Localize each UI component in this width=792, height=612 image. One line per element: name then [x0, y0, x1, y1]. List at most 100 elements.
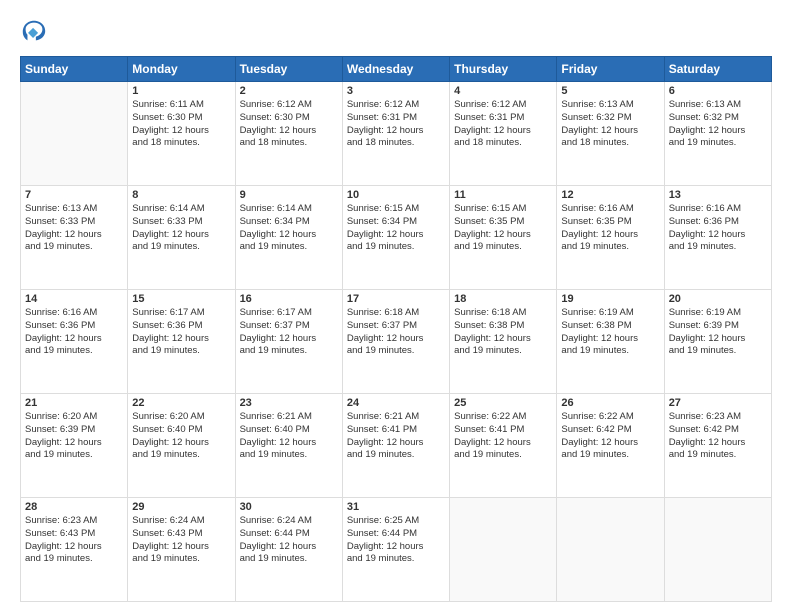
day-info: Sunrise: 6:23 AM Sunset: 6:43 PM Dayligh…: [25, 515, 123, 566]
calendar-week-row: 7 Sunrise: 6:13 AM Sunset: 6:33 PM Daylig…: [21, 186, 772, 290]
day-info: Sunrise: 6:22 AM Sunset: 6:41 PM Dayligh…: [454, 411, 552, 462]
day-info: Sunrise: 6:13 AM Sunset: 6:33 PM Dayligh…: [25, 203, 123, 254]
table-row: 31 Sunrise: 6:25 AM Sunset: 6:44 PM Dayli…: [342, 498, 449, 602]
table-row: 20 Sunrise: 6:19 AM Sunset: 6:39 PM Dayli…: [664, 290, 771, 394]
day-info: Sunrise: 6:14 AM Sunset: 6:33 PM Dayligh…: [132, 203, 230, 254]
day-info: Sunrise: 6:11 AM Sunset: 6:30 PM Dayligh…: [132, 99, 230, 150]
day-info: Sunrise: 6:19 AM Sunset: 6:38 PM Dayligh…: [561, 307, 659, 358]
day-number: 26: [561, 397, 659, 409]
day-info: Sunrise: 6:23 AM Sunset: 6:42 PM Dayligh…: [669, 411, 767, 462]
day-number: 28: [25, 501, 123, 513]
table-row: 24 Sunrise: 6:21 AM Sunset: 6:41 PM Dayli…: [342, 394, 449, 498]
table-row: 16 Sunrise: 6:17 AM Sunset: 6:37 PM Dayli…: [235, 290, 342, 394]
day-number: 29: [132, 501, 230, 513]
day-number: 2: [240, 85, 338, 97]
day-number: 8: [132, 189, 230, 201]
table-row: 1 Sunrise: 6:11 AM Sunset: 6:30 PM Daylig…: [128, 82, 235, 186]
day-number: 12: [561, 189, 659, 201]
calendar-week-row: 28 Sunrise: 6:23 AM Sunset: 6:43 PM Dayli…: [21, 498, 772, 602]
page: Sunday Monday Tuesday Wednesday Thursday…: [0, 0, 792, 612]
table-row: 11Sunrise: 6:15 AM Sunset: 6:35 PM Dayli…: [450, 186, 557, 290]
day-info: Sunrise: 6:13 AM Sunset: 6:32 PM Dayligh…: [669, 99, 767, 150]
day-number: 7: [25, 189, 123, 201]
day-number: 5: [561, 85, 659, 97]
day-info: Sunrise: 6:16 AM Sunset: 6:36 PM Dayligh…: [25, 307, 123, 358]
day-info: Sunrise: 6:21 AM Sunset: 6:40 PM Dayligh…: [240, 411, 338, 462]
logo-icon: [20, 18, 48, 46]
day-number: 22: [132, 397, 230, 409]
day-info: Sunrise: 6:14 AM Sunset: 6:34 PM Dayligh…: [240, 203, 338, 254]
day-info: Sunrise: 6:22 AM Sunset: 6:42 PM Dayligh…: [561, 411, 659, 462]
calendar-week-row: 14 Sunrise: 6:16 AM Sunset: 6:36 PM Dayli…: [21, 290, 772, 394]
day-number: 17: [347, 293, 445, 305]
header-thursday: Thursday: [450, 57, 557, 82]
day-info: Sunrise: 6:16 AM Sunset: 6:36 PM Dayligh…: [669, 203, 767, 254]
table-row: 10Sunrise: 6:15 AM Sunset: 6:34 PM Dayli…: [342, 186, 449, 290]
day-number: 14: [25, 293, 123, 305]
day-number: 13: [669, 189, 767, 201]
table-row: [21, 82, 128, 186]
day-number: 3: [347, 85, 445, 97]
day-number: 20: [669, 293, 767, 305]
header-tuesday: Tuesday: [235, 57, 342, 82]
table-row: 2 Sunrise: 6:12 AM Sunset: 6:30 PM Daylig…: [235, 82, 342, 186]
calendar-week-row: 1 Sunrise: 6:11 AM Sunset: 6:30 PM Daylig…: [21, 82, 772, 186]
day-number: 16: [240, 293, 338, 305]
day-number: 25: [454, 397, 552, 409]
table-row: 14 Sunrise: 6:16 AM Sunset: 6:36 PM Dayli…: [21, 290, 128, 394]
day-number: 4: [454, 85, 552, 97]
calendar-table: Sunday Monday Tuesday Wednesday Thursday…: [20, 56, 772, 602]
table-row: [664, 498, 771, 602]
table-row: 19Sunrise: 6:19 AM Sunset: 6:38 PM Dayli…: [557, 290, 664, 394]
day-info: Sunrise: 6:19 AM Sunset: 6:39 PM Dayligh…: [669, 307, 767, 358]
table-row: 3Sunrise: 6:12 AM Sunset: 6:31 PM Daylig…: [342, 82, 449, 186]
table-row: 4 Sunrise: 6:12 AM Sunset: 6:31 PM Daylig…: [450, 82, 557, 186]
day-number: 11: [454, 189, 552, 201]
calendar-week-row: 21Sunrise: 6:20 AM Sunset: 6:39 PM Dayli…: [21, 394, 772, 498]
table-row: 27Sunrise: 6:23 AM Sunset: 6:42 PM Dayli…: [664, 394, 771, 498]
header-wednesday: Wednesday: [342, 57, 449, 82]
day-info: Sunrise: 6:18 AM Sunset: 6:37 PM Dayligh…: [347, 307, 445, 358]
table-row: 21Sunrise: 6:20 AM Sunset: 6:39 PM Dayli…: [21, 394, 128, 498]
day-info: Sunrise: 6:13 AM Sunset: 6:32 PM Dayligh…: [561, 99, 659, 150]
day-info: Sunrise: 6:17 AM Sunset: 6:37 PM Dayligh…: [240, 307, 338, 358]
day-info: Sunrise: 6:12 AM Sunset: 6:31 PM Dayligh…: [454, 99, 552, 150]
table-row: 9 Sunrise: 6:14 AM Sunset: 6:34 PM Daylig…: [235, 186, 342, 290]
table-row: 12Sunrise: 6:16 AM Sunset: 6:35 PM Dayli…: [557, 186, 664, 290]
day-number: 23: [240, 397, 338, 409]
day-number: 1: [132, 85, 230, 97]
table-row: 8 Sunrise: 6:14 AM Sunset: 6:33 PM Daylig…: [128, 186, 235, 290]
table-row: [450, 498, 557, 602]
day-number: 18: [454, 293, 552, 305]
day-number: 9: [240, 189, 338, 201]
day-info: Sunrise: 6:17 AM Sunset: 6:36 PM Dayligh…: [132, 307, 230, 358]
day-number: 31: [347, 501, 445, 513]
header-friday: Friday: [557, 57, 664, 82]
table-row: 18 Sunrise: 6:18 AM Sunset: 6:38 PM Dayli…: [450, 290, 557, 394]
table-row: 29 Sunrise: 6:24 AM Sunset: 6:43 PM Dayli…: [128, 498, 235, 602]
table-row: [557, 498, 664, 602]
table-row: 6 Sunrise: 6:13 AM Sunset: 6:32 PM Daylig…: [664, 82, 771, 186]
header-sunday: Sunday: [21, 57, 128, 82]
day-number: 30: [240, 501, 338, 513]
day-info: Sunrise: 6:20 AM Sunset: 6:40 PM Dayligh…: [132, 411, 230, 462]
table-row: 30Sunrise: 6:24 AM Sunset: 6:44 PM Dayli…: [235, 498, 342, 602]
day-info: Sunrise: 6:25 AM Sunset: 6:44 PM Dayligh…: [347, 515, 445, 566]
day-number: 21: [25, 397, 123, 409]
calendar-header-row: Sunday Monday Tuesday Wednesday Thursday…: [21, 57, 772, 82]
day-number: 10: [347, 189, 445, 201]
table-row: 22 Sunrise: 6:20 AM Sunset: 6:40 PM Dayli…: [128, 394, 235, 498]
table-row: 7 Sunrise: 6:13 AM Sunset: 6:33 PM Daylig…: [21, 186, 128, 290]
table-row: 17 Sunrise: 6:18 AM Sunset: 6:37 PM Dayli…: [342, 290, 449, 394]
day-info: Sunrise: 6:12 AM Sunset: 6:30 PM Dayligh…: [240, 99, 338, 150]
day-info: Sunrise: 6:18 AM Sunset: 6:38 PM Dayligh…: [454, 307, 552, 358]
day-info: Sunrise: 6:24 AM Sunset: 6:43 PM Dayligh…: [132, 515, 230, 566]
table-row: 15Sunrise: 6:17 AM Sunset: 6:36 PM Dayli…: [128, 290, 235, 394]
day-number: 24: [347, 397, 445, 409]
day-number: 6: [669, 85, 767, 97]
table-row: 13 Sunrise: 6:16 AM Sunset: 6:36 PM Dayli…: [664, 186, 771, 290]
day-info: Sunrise: 6:21 AM Sunset: 6:41 PM Dayligh…: [347, 411, 445, 462]
table-row: 25 Sunrise: 6:22 AM Sunset: 6:41 PM Dayli…: [450, 394, 557, 498]
table-row: 26 Sunrise: 6:22 AM Sunset: 6:42 PM Dayli…: [557, 394, 664, 498]
table-row: 5 Sunrise: 6:13 AM Sunset: 6:32 PM Daylig…: [557, 82, 664, 186]
